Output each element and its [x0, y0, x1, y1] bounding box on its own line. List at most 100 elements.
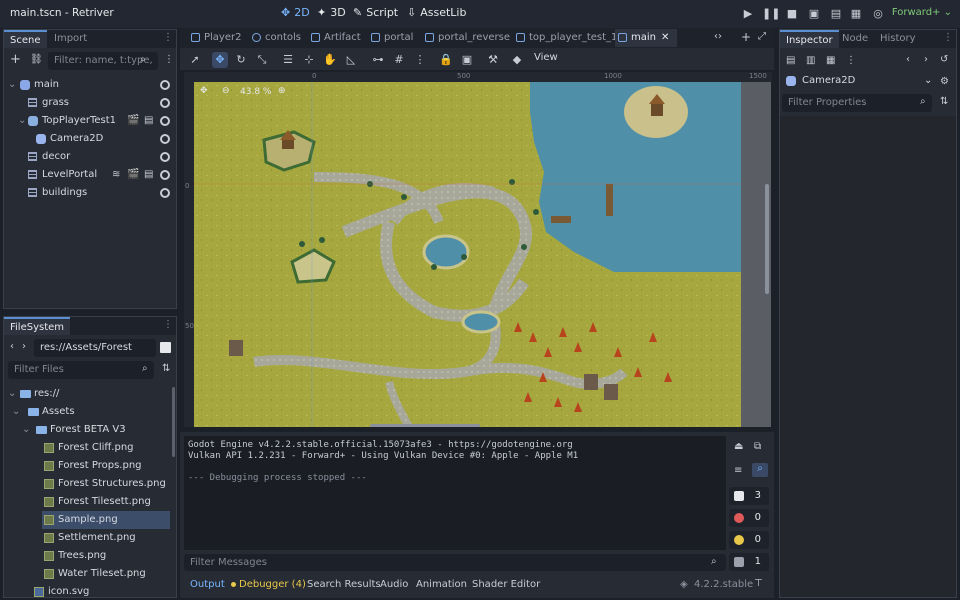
- filter-errors-toggle[interactable]: 0: [729, 509, 769, 527]
- move-tool-icon[interactable]: ✥: [212, 52, 228, 68]
- view-menu[interactable]: View: [534, 52, 558, 63]
- camera-override-icon[interactable]: ◆: [509, 52, 525, 68]
- tab-debugger[interactable]: Debugger (4): [239, 579, 306, 593]
- add-tab-icon[interactable]: +: [741, 30, 751, 44]
- workspace-assetlib-button[interactable]: ⇩ AssetLib: [407, 6, 466, 19]
- dock-menu-icon[interactable]: ⋮: [163, 32, 173, 43]
- bone-icon[interactable]: ⚒: [485, 52, 501, 68]
- tab-history[interactable]: History: [874, 30, 922, 48]
- fs-item-sample[interactable]: Sample.png: [42, 511, 170, 529]
- canvas-viewport[interactable]: ✥ ⊖ 43.8 % ⊕: [194, 82, 741, 427]
- tab-output[interactable]: Output: [190, 579, 225, 593]
- collapse-messages-icon[interactable]: ≡: [734, 465, 742, 476]
- script-attached-icon[interactable]: ▤: [144, 112, 153, 130]
- tab-filesystem[interactable]: FileSystem: [4, 317, 71, 335]
- pan-icon[interactable]: ✥: [200, 86, 208, 96]
- tab-contols[interactable]: contols: [249, 29, 305, 47]
- script-attached-icon[interactable]: ▤: [144, 166, 153, 184]
- collapse-icon[interactable]: ⌄: [8, 385, 16, 403]
- tree-node-main[interactable]: ⌄ main: [4, 76, 174, 94]
- visibility-icon[interactable]: [160, 188, 170, 198]
- history-forward-icon[interactable]: ›: [924, 54, 928, 65]
- visibility-icon[interactable]: [160, 80, 170, 90]
- forward-icon[interactable]: ›: [22, 341, 26, 352]
- workspace-2d-button[interactable]: ✥ 2D: [281, 6, 310, 19]
- link-icon[interactable]: ⛓: [30, 54, 43, 65]
- filter-warnings-toggle[interactable]: 0: [729, 531, 769, 549]
- fs-item-res[interactable]: ⌄ res://: [8, 385, 170, 403]
- load-resource-icon[interactable]: ▥: [806, 55, 815, 66]
- clapper-icon[interactable]: 🎬: [127, 166, 139, 184]
- signal-icon[interactable]: ≋: [112, 166, 120, 184]
- tab-artifact[interactable]: Artifact: [308, 29, 366, 47]
- tilemap-canvas[interactable]: [194, 82, 741, 427]
- grid-snap-icon[interactable]: #: [391, 52, 407, 68]
- split-mode-icon[interactable]: [160, 342, 171, 353]
- horizontal-scrollbar[interactable]: [370, 424, 480, 427]
- select-tool-icon[interactable]: ➚: [187, 52, 203, 68]
- fs-item-forest-tilesett[interactable]: Forest Tilesett.png: [8, 493, 170, 511]
- play-scene-icon[interactable]: ▤: [828, 6, 844, 22]
- play-custom-scene-icon[interactable]: ▦: [848, 6, 864, 22]
- object-selector[interactable]: Camera2D ⌄: [784, 72, 934, 90]
- scene-menu-icon[interactable]: ⋮: [164, 54, 174, 65]
- filter-files-input[interactable]: Filter Files: [8, 361, 154, 379]
- visibility-icon[interactable]: [160, 170, 170, 180]
- distraction-free-icon[interactable]: ⤢: [758, 31, 766, 42]
- visibility-icon[interactable]: [160, 98, 170, 108]
- tab-top-player-test-1[interactable]: top_player_test_1: [513, 29, 617, 47]
- clear-log-icon[interactable]: ⏏: [734, 441, 743, 452]
- tab-node[interactable]: Node: [836, 30, 874, 48]
- save-resource-icon[interactable]: ▦: [826, 55, 835, 66]
- pause-icon[interactable]: ❚❚: [762, 6, 780, 22]
- remote-debug-icon[interactable]: ▣: [806, 6, 822, 22]
- tab-audio[interactable]: Audio: [380, 579, 408, 593]
- close-icon[interactable]: ✕: [661, 29, 669, 47]
- tab-portal[interactable]: portal: [368, 29, 420, 47]
- smart-snap-icon[interactable]: ⊶: [370, 52, 386, 68]
- fs-item-trees[interactable]: Trees.png: [8, 547, 170, 565]
- tab-inspector[interactable]: Inspector: [780, 30, 839, 48]
- sort-icon[interactable]: ⇅: [162, 363, 170, 374]
- new-resource-icon[interactable]: ▤: [786, 55, 795, 66]
- collapse-icon[interactable]: ⌄: [8, 76, 16, 94]
- tab-scene[interactable]: Scene: [4, 30, 47, 48]
- tree-node-camera2d[interactable]: Camera2D: [4, 130, 174, 148]
- fs-item-icon-svg[interactable]: icon.svg: [8, 583, 170, 597]
- tree-node-levelportal[interactable]: LevelPortal ≋ 🎬 ▤: [4, 166, 174, 184]
- tab-prev-icon[interactable]: ‹›: [714, 31, 722, 42]
- zoom-out-icon[interactable]: ⊖: [222, 86, 230, 96]
- search-toggle-icon[interactable]: ⌕: [752, 463, 768, 477]
- fs-item-forest-cliff[interactable]: Forest Cliff.png: [8, 439, 170, 457]
- stop-icon[interactable]: ■: [784, 6, 800, 22]
- tree-node-buildings[interactable]: buildings: [4, 184, 174, 202]
- filter-messages-toggle[interactable]: 3: [729, 487, 769, 505]
- tab-animation[interactable]: Animation: [416, 579, 467, 593]
- visibility-icon[interactable]: [160, 134, 170, 144]
- pivot-icon[interactable]: ⊹: [301, 52, 317, 68]
- clapper-icon[interactable]: 🎬: [127, 112, 139, 130]
- visibility-icon[interactable]: [160, 152, 170, 162]
- object-search-icon[interactable]: ⚙: [940, 76, 949, 87]
- tree-node-topplayertest1[interactable]: ⌄ TopPlayerTest1 🎬 ▤: [4, 112, 174, 130]
- list-select-icon[interactable]: ☰: [280, 52, 296, 68]
- group-icon[interactable]: ▣: [459, 52, 475, 68]
- dock-menu-icon[interactable]: ⋮: [943, 32, 953, 43]
- scrollbar[interactable]: [172, 387, 175, 457]
- fs-item-forest-beta-v3[interactable]: ⌄ Forest BETA V3: [8, 421, 170, 439]
- vertical-scrollbar[interactable]: [765, 184, 769, 294]
- path-input[interactable]: res://Assets/Forest BETA V: [34, 339, 156, 371]
- renderer-select[interactable]: Forward+ ⌄: [892, 7, 952, 18]
- collapse-icon[interactable]: ⌄: [12, 403, 20, 421]
- visibility-icon[interactable]: [160, 116, 170, 126]
- tab-main[interactable]: main ✕: [615, 29, 677, 47]
- collapse-icon[interactable]: ⌄: [18, 112, 26, 130]
- pan-tool-icon[interactable]: ✋: [322, 52, 338, 68]
- zoom-level[interactable]: 43.8 %: [240, 87, 271, 97]
- dock-menu-icon[interactable]: ⋮: [163, 319, 173, 330]
- filter-properties-input[interactable]: Filter Properties: [782, 94, 932, 112]
- resource-menu-icon[interactable]: ⋮: [846, 55, 856, 66]
- fs-item-forest-props[interactable]: Forest Props.png: [8, 457, 170, 475]
- play-icon[interactable]: ▶: [740, 6, 756, 22]
- snap-options-icon[interactable]: ⋮: [412, 52, 428, 68]
